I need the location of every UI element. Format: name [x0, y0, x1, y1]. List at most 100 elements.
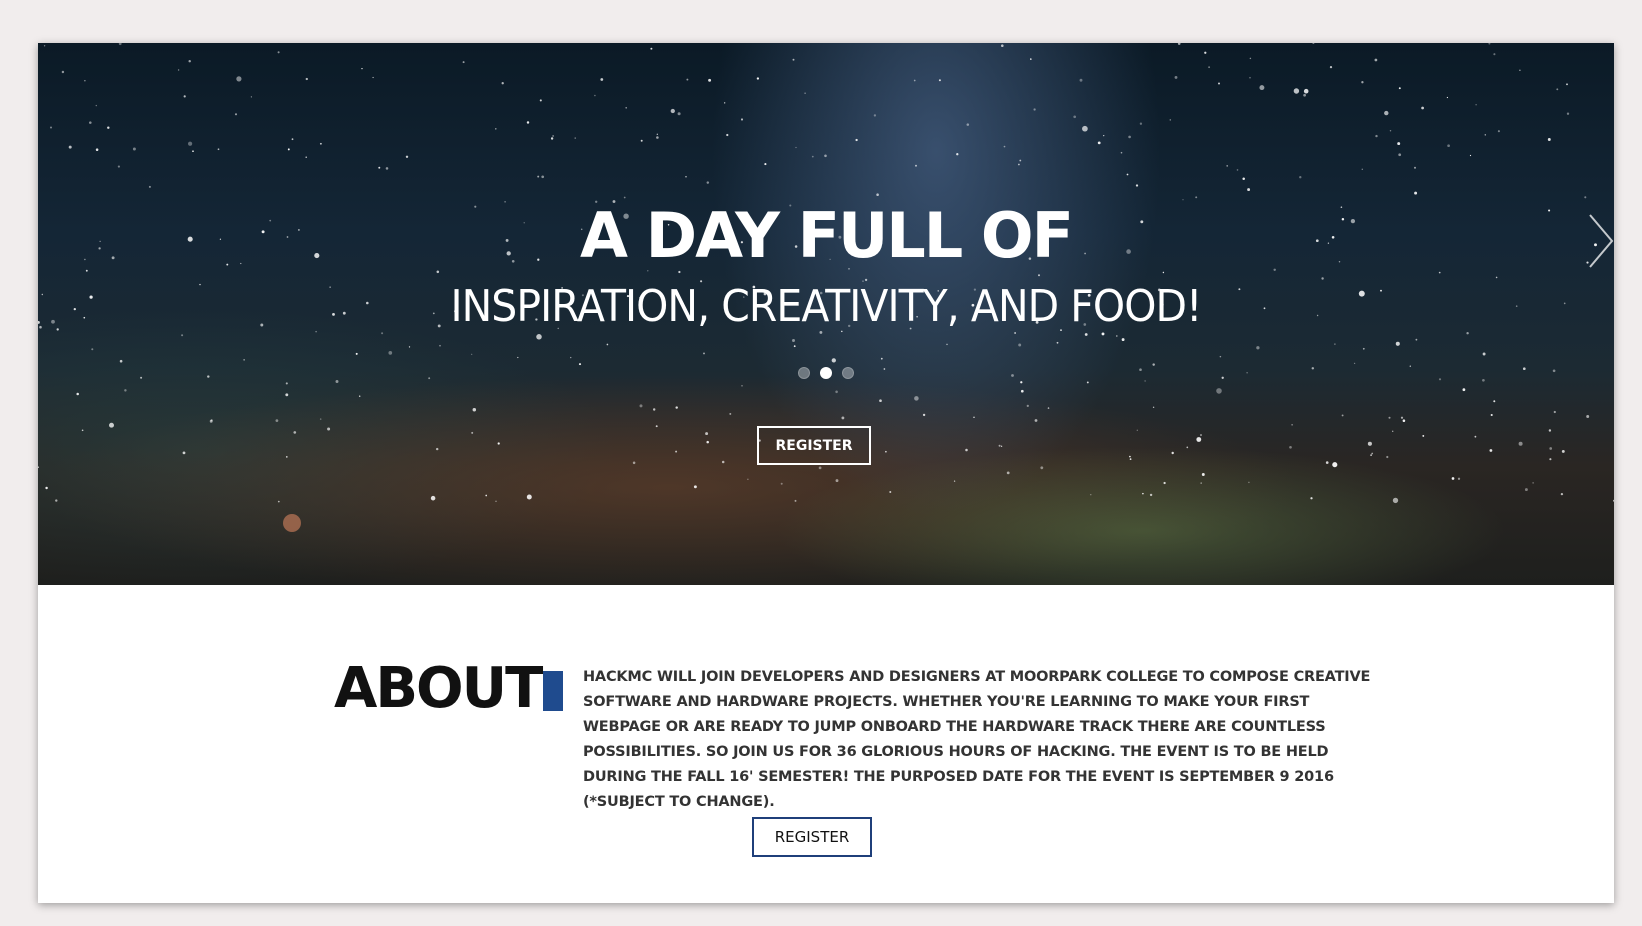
star — [685, 176, 687, 178]
star — [1084, 333, 1088, 336]
star — [652, 408, 656, 411]
star — [285, 393, 289, 397]
star — [361, 67, 363, 70]
star — [792, 58, 795, 61]
star — [1547, 138, 1551, 141]
star — [1248, 481, 1250, 484]
star — [1415, 338, 1418, 341]
star — [1299, 176, 1302, 179]
star — [1490, 413, 1493, 417]
star — [61, 70, 65, 74]
star — [741, 384, 743, 387]
star — [38, 466, 39, 468]
chevron-right-icon[interactable] — [1586, 211, 1614, 271]
star — [293, 431, 297, 434]
star — [275, 419, 279, 422]
star — [1196, 437, 1202, 442]
star — [1152, 363, 1155, 366]
star — [1236, 169, 1239, 171]
star — [81, 429, 84, 432]
star — [405, 155, 409, 159]
star — [388, 351, 393, 355]
star — [973, 416, 975, 418]
star — [1451, 477, 1455, 480]
about-section: ABOUT HACKMC WILL JOIN DEVELOPERS AND DE… — [38, 585, 1614, 903]
carousel-dot-2[interactable] — [820, 367, 832, 379]
star — [107, 126, 110, 129]
star — [1195, 196, 1198, 199]
star — [109, 422, 114, 428]
star — [1006, 471, 1010, 475]
star — [1497, 130, 1500, 133]
star — [640, 139, 643, 142]
star — [358, 395, 361, 397]
star — [889, 491, 892, 493]
star — [1289, 445, 1292, 449]
star — [1259, 85, 1265, 91]
star — [1361, 168, 1364, 171]
star — [1162, 271, 1165, 274]
star — [1204, 51, 1207, 54]
star — [501, 82, 504, 85]
star — [578, 363, 582, 366]
star — [1034, 419, 1038, 422]
star — [192, 150, 194, 153]
star — [1126, 173, 1129, 176]
star — [1163, 481, 1166, 485]
star — [1174, 75, 1178, 79]
star — [818, 466, 822, 470]
star — [1226, 165, 1229, 167]
star — [1218, 82, 1220, 85]
star — [1375, 134, 1378, 138]
star — [811, 155, 814, 158]
star — [1144, 380, 1146, 382]
star — [740, 118, 744, 121]
star — [780, 482, 783, 485]
star — [794, 499, 797, 502]
star — [552, 135, 554, 137]
star — [913, 79, 916, 82]
carousel-dot-1[interactable] — [798, 367, 810, 379]
star — [1142, 492, 1144, 495]
star — [831, 358, 836, 363]
star — [89, 121, 92, 124]
star — [938, 79, 941, 82]
star — [1242, 177, 1245, 180]
star — [1495, 276, 1498, 279]
star — [625, 107, 627, 109]
star — [291, 138, 294, 141]
star — [1549, 447, 1553, 450]
star — [600, 78, 604, 81]
carousel-dot-3[interactable] — [842, 367, 854, 379]
carousel-indicators — [38, 367, 1614, 379]
star — [1201, 473, 1205, 476]
star — [1421, 106, 1424, 110]
star — [706, 440, 709, 444]
star — [439, 344, 441, 347]
star — [183, 95, 186, 98]
star — [1325, 461, 1329, 464]
star — [182, 451, 186, 455]
hero-register-button[interactable]: REGISTER — [757, 426, 871, 465]
star — [385, 167, 389, 170]
star — [1400, 416, 1404, 419]
star — [693, 485, 697, 489]
star — [1560, 492, 1564, 496]
star — [319, 142, 322, 145]
star — [675, 406, 678, 409]
star — [804, 92, 806, 95]
star — [1353, 362, 1356, 365]
star — [148, 185, 151, 188]
star — [966, 123, 970, 126]
star — [305, 156, 307, 159]
star — [1586, 415, 1590, 418]
star — [729, 412, 732, 415]
star — [55, 499, 58, 502]
star — [495, 500, 497, 502]
star — [327, 427, 331, 431]
star — [1208, 66, 1211, 69]
about-register-button[interactable]: REGISTER — [752, 817, 872, 857]
star — [574, 137, 576, 139]
star — [217, 148, 220, 151]
star — [73, 307, 76, 311]
